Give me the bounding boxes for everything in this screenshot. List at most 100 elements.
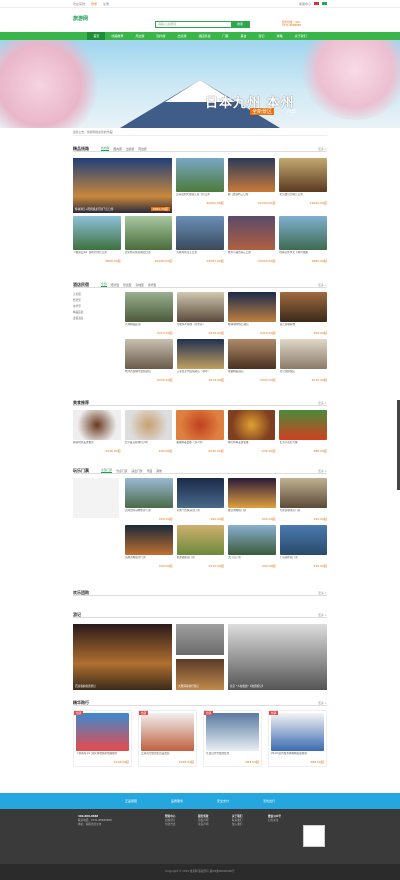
service-link[interactable]: 客服中心 [299,2,311,6]
tab[interactable]: 全部门票 [101,468,113,473]
tab[interactable]: 高档型 [135,283,143,287]
nav-item[interactable]: 攻略 [271,32,289,40]
line-card[interactable]: 杭州乌镇西湖三日游 ¥2000.00起 [227,216,276,263]
nav-item[interactable]: 关于我们 [289,32,313,40]
nav-item[interactable]: 门票 [217,32,235,40]
footer-link[interactable]: 免责声明 [198,823,208,827]
tab[interactable]: 省内游 [101,146,110,151]
ticket-card[interactable]: 故宫博物院门票 ¥90.00起 [228,478,276,521]
hotel-card[interactable]: 杭州西湖湖景度假酒店 ¥230.00起 [125,339,173,382]
banner-days: 六日 [286,109,297,115]
food-price: ¥36.00起 [228,449,276,453]
nav-item[interactable]: 出境游 [171,32,192,40]
ticket-card[interactable]: 宋城千古情演出门票 ¥90.00起 [176,478,224,521]
food-card[interactable]: 长沙小龙虾大餐 ¥88.00起 [279,410,327,453]
tab[interactable]: 演出门票 [131,469,142,473]
search-button[interactable]: 搜索 [231,22,249,27]
note-featured[interactable]: 西双版纳旅游游记 [73,624,172,690]
tab[interactable]: 景点门票 [116,469,127,473]
search-box[interactable]: 请输入关键词 搜索 [155,21,250,28]
line-image [227,216,276,250]
line-card[interactable]: 九寨沟黄龙五日游 ¥2087.00起 [176,216,224,263]
filter-item[interactable]: 度假酒店 [73,316,119,322]
ticket-card[interactable]: 凤凰古城夜景门票 ¥30.00起 [125,525,173,568]
price: ¥128.00起 [113,760,129,764]
tab[interactable]: 豪华型 [148,283,156,287]
line-card[interactable]: 【邂逅云南】昆明大理六日游 ¥828.00起 [73,216,121,263]
line-card[interactable]: 厦门鼓浪屿三日游 ¥2000.00起 [227,158,276,205]
ticket-caption: 凤凰古城夜景门票 [125,556,146,559]
tab[interactable]: 其他 [156,469,162,473]
nav-item[interactable]: 游记 [253,32,271,40]
tab[interactable]: 经济型 [111,283,119,287]
ticket-price: ¥90.00起 [228,517,276,521]
gift-card[interactable]: 热销 【游客专享】国庆特惠旅游线路推荐 ¥128.00起 [73,710,132,767]
more-link[interactable]: 更多 > [318,147,327,151]
food-card[interactable]: 湖南特色美食推荐 ¥348.00起 [73,410,121,453]
ticket-price: ¥30.00起 [280,564,328,568]
ticket-card[interactable]: 大理古城景区门票 ¥90.00起 [279,478,327,521]
nav-item[interactable]: 线路推荐 [105,32,129,40]
ticket-filter [73,478,119,518]
nav-item[interactable]: 周边游 [129,32,150,40]
hotel-card[interactable]: 西塘水乡客栈（河景房） ¥216.00起 [176,292,224,335]
nav-item[interactable]: 首页 [87,32,106,40]
food-card[interactable]: 湘菜精品套餐（双人份） ¥230.00起 [176,410,224,453]
line-card[interactable]: 云南昆明大理丽江双飞六日游 ¥2000.00起 [176,158,224,205]
footer-link[interactable]: 加入我们 [232,823,242,827]
ticket-card[interactable]: 婺源油菜花门票 ¥110.00起 [176,525,224,568]
food-card[interactable]: 长沙臭豆腐特色小吃 ¥36.00起 [124,410,173,453]
more-link[interactable]: 更多 > [318,591,327,595]
hotel-card[interactable]: 三亚亚龙湾度假酒店（豪华） ¥216.00起 [176,339,224,382]
note-card[interactable] [176,624,224,655]
note-card[interactable]: 北京 "人在旅途"【旅游游记】 [228,624,327,690]
nav-item[interactable]: 国内游 [150,32,171,40]
ticket-card[interactable]: 长隆野生动物世界门票 ¥90.00起 [125,478,173,521]
gift-caption: 云南风光旅游纪念品套装 [141,752,170,755]
nav-item[interactable]: 酒店民宿 [192,32,216,40]
more-link[interactable]: 更多 > [318,401,327,405]
login-link[interactable]: 登录 [91,2,97,6]
hotel-card[interactable]: 成都精品酒店 ¥340.00起 [228,339,276,382]
hotel-card[interactable]: 北京国际饭店 ¥216.00起 [279,339,327,382]
gift-card[interactable]: 热销 2019 最新旅游攻略精装版图书 ¥88.00起 [268,710,327,767]
gift-card[interactable]: 热销 长白山雪景旅游套票 ¥68.00起 [203,710,262,767]
footer-link[interactable]: 付款方式 [165,823,175,827]
line-card[interactable]: 桂林山水甲天下特价线路 ¥680.00起 [279,216,327,263]
line-price: ¥2000.00起 [228,201,275,205]
tab[interactable]: 乐园 [147,469,153,473]
more-link[interactable]: 更多 > [318,613,327,617]
notice-bar[interactable]: 最新公告：旅游网欢迎您的光临！ [73,130,327,136]
ticket-card[interactable]: 千岛湖景区门票 ¥30.00起 [279,525,328,568]
line-price: ¥2000.00起 [228,259,275,263]
ticket-card[interactable]: 天门山门票 ¥90.00起 [228,525,276,568]
tab[interactable]: 周边游 [138,147,146,151]
tab[interactable]: 出境游 [126,147,134,151]
more-link[interactable]: 更多 > [318,469,327,473]
more-link[interactable]: 更多 > [318,701,327,705]
food-image [227,410,276,440]
price: ¥2000.00起 [206,201,224,205]
hotel-card[interactable]: 桂林城市假日酒店 ¥316.00起 [228,292,276,335]
search-input[interactable]: 请输入关键词 [156,22,231,27]
hero-banner[interactable]: 日本九州 本州 全新景区 六日 [0,40,400,128]
more-link[interactable]: 更多 > [318,283,327,287]
tab[interactable]: 国内游 [113,147,121,151]
line-card[interactable]: 张家界凤凰古城四日游 ¥2000.00起 [124,216,173,263]
register-link[interactable]: 注册 [103,2,109,6]
tab[interactable]: 舒适型 [123,283,131,287]
nav-item[interactable]: 美食 [235,32,253,40]
hotel-card[interactable]: 丽江古城客栈 ¥56.00起 [279,292,328,335]
hotel-card[interactable]: 大理精品民宿 ¥210.00起 [125,292,173,335]
site-logo[interactable]: 旅游网 [73,15,105,27]
gift-card[interactable]: 热销 云南风光旅游纪念品套装 ¥198.00起 [138,710,197,767]
food-card[interactable]: 特色烤串美食套餐 ¥36.00起 [227,410,276,453]
note-card[interactable]: 大理洱海骑行游记 [176,659,224,690]
price: ¥56.00起 [313,331,328,335]
tab[interactable]: 全部 [101,282,107,287]
featured-line[interactable]: 桂林漓江+阳朔遇龙河双飞五日游 ¥980.00起 [73,158,172,213]
price: ¥36.00起 [158,449,173,453]
ticket-image [176,478,224,508]
banner-tag: 全新景区 [250,108,275,115]
line-card[interactable]: 北京故宫长城五日游 ¥2000.00起 [279,158,327,205]
